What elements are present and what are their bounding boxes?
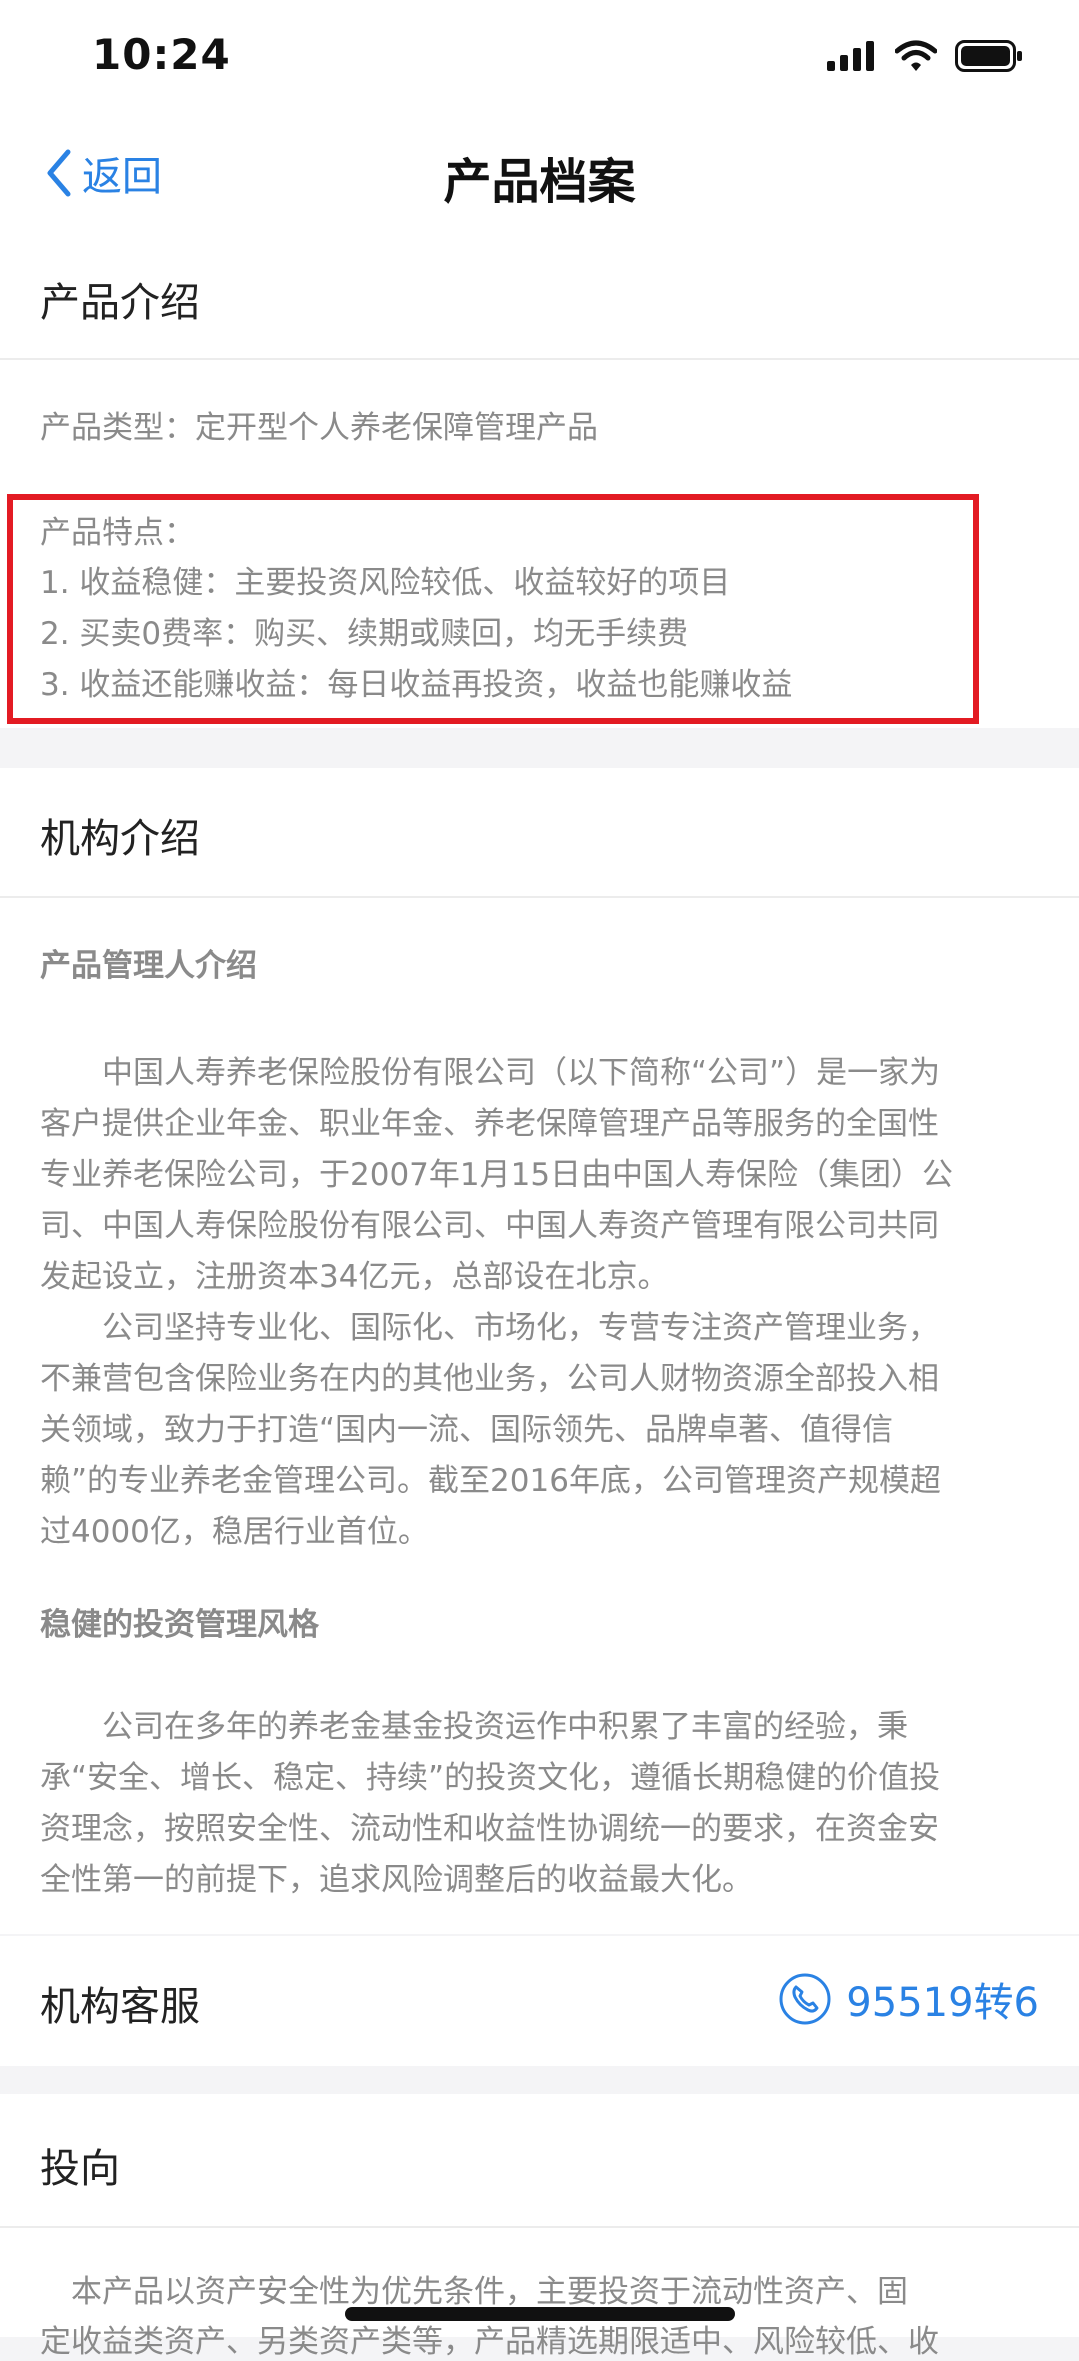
direction-line: 定收益类资产、另类资产类等，产品精选期限适中、风险较低、收 — [40, 2324, 939, 2360]
manager-intro-line: 不兼营包含保险业务在内的其他业务，公司人财物资源全部投入相 — [40, 1361, 939, 1397]
investment-style-line: 承“安全、增长、稳定、持续”的投资文化，遵循长期稳健的价值投 — [40, 1760, 941, 1796]
page-title: 产品档案 — [443, 154, 636, 210]
product-type-line: 产品类型：定开型个人养老保障管理产品 — [40, 410, 598, 446]
investment-style-line: 全性第一的前提下，追求风险调整后的收益最大化。 — [40, 1862, 753, 1898]
product-intro-heading: 产品介绍 — [40, 280, 200, 326]
direction-line: 本产品以资产安全性为优先条件，主要投资于流动性资产、固 — [40, 2274, 908, 2310]
status-bar: 10:24 — [0, 0, 1079, 120]
divider — [0, 896, 1079, 898]
manager-intro-line: 专业养老保险公司，于2007年1月15日由中国人寿保险（集团）公 — [40, 1157, 954, 1193]
manager-intro-line: 发起设立，注册资本34亿元，总部设在北京。 — [40, 1259, 669, 1295]
investment-style-title: 稳健的投资管理风格 — [40, 1607, 319, 1643]
manager-intro-title: 产品管理人介绍 — [40, 948, 257, 984]
manager-intro-line: 关领域，致力于打造“国内一流、国际领先、品牌卓著、值得信 — [40, 1412, 894, 1448]
investment-style-line: 公司在多年的养老金基金投资运作中积累了丰富的经验，秉 — [40, 1709, 908, 1745]
manager-intro-line: 公司坚持专业化、国际化、市场化，专营专注资产管理业务， — [40, 1310, 939, 1346]
divider — [0, 2226, 1079, 2228]
investment-style-line: 资理念，按照安全性、流动性和收益性协调统一的要求，在资金安 — [40, 1811, 939, 1847]
institution-card: 机构介绍 产品管理人介绍 中国人寿养老保险股份有限公司（以下简称“公司”）是一家… — [0, 768, 1079, 1934]
service-phone-number: 95519转6 — [846, 1980, 1039, 2026]
status-icons — [827, 40, 1023, 72]
manager-intro-line: 司、中国人寿保险股份有限公司、中国人寿资产管理有限公司共同 — [40, 1208, 939, 1244]
features-highlight-box — [7, 494, 979, 724]
home-indicator[interactable] — [345, 2307, 735, 2321]
signal-icon — [827, 41, 874, 71]
divider — [0, 358, 1079, 360]
status-time: 10:24 — [92, 30, 231, 79]
direction-card: 投向 本产品以资产安全性为优先条件，主要投资于流动性资产、固 定收益类资产、另类… — [0, 2094, 1079, 2360]
manager-intro-line: 赖”的专业养老金管理公司。截至2016年底，公司管理资产规模超 — [40, 1463, 941, 1499]
nav-bar: 返回 产品档案 — [0, 120, 1079, 228]
manager-intro-line: 中国人寿养老保险股份有限公司（以下简称“公司”）是一家为 — [40, 1055, 941, 1091]
phone-icon — [779, 1973, 831, 2025]
manager-intro-line: 过4000亿，稳居行业首位。 — [40, 1514, 429, 1550]
direction-heading: 投向 — [40, 2146, 120, 2192]
manager-intro-line: 客户提供企业年金、职业年金、养老保障管理产品等服务的全国性 — [40, 1106, 939, 1142]
battery-icon — [955, 40, 1022, 72]
service-phone-link[interactable]: 95519转6 — [778, 1970, 1039, 2028]
wifi-icon — [895, 40, 937, 71]
service-label: 机构客服 — [40, 1984, 200, 2030]
institution-heading: 机构介绍 — [40, 816, 200, 862]
